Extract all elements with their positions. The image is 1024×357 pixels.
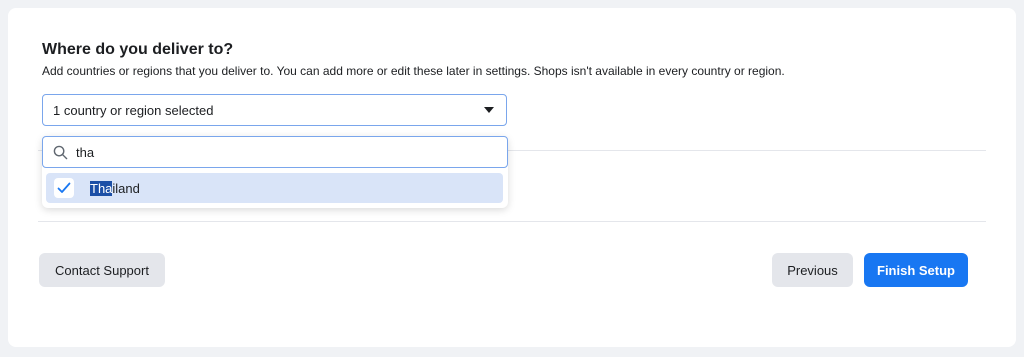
check-icon [57, 182, 71, 193]
section-subtitle: Add countries or regions that you delive… [42, 64, 785, 78]
option-label: Thailand [90, 180, 140, 196]
search-box[interactable] [42, 136, 508, 168]
caret-down-icon [484, 107, 494, 113]
option-label-rest: iland [112, 180, 140, 196]
country-dropdown: Thailand [42, 136, 508, 208]
match-highlight: Tha [90, 180, 113, 196]
search-input[interactable] [76, 144, 476, 160]
option-thailand[interactable]: Thailand [46, 173, 503, 203]
contact-support-button[interactable]: Contact Support [39, 253, 165, 287]
search-icon [53, 145, 68, 159]
divider [38, 221, 986, 222]
checkbox[interactable] [54, 178, 74, 198]
country-region-select[interactable]: 1 country or region selected [42, 94, 507, 126]
setup-card: Where do you deliver to? Add countries o… [8, 8, 1016, 347]
finish-setup-button[interactable]: Finish Setup [864, 253, 968, 287]
select-value: 1 country or region selected [53, 102, 214, 118]
section-title: Where do you deliver to? [42, 41, 234, 58]
previous-button[interactable]: Previous [772, 253, 853, 287]
